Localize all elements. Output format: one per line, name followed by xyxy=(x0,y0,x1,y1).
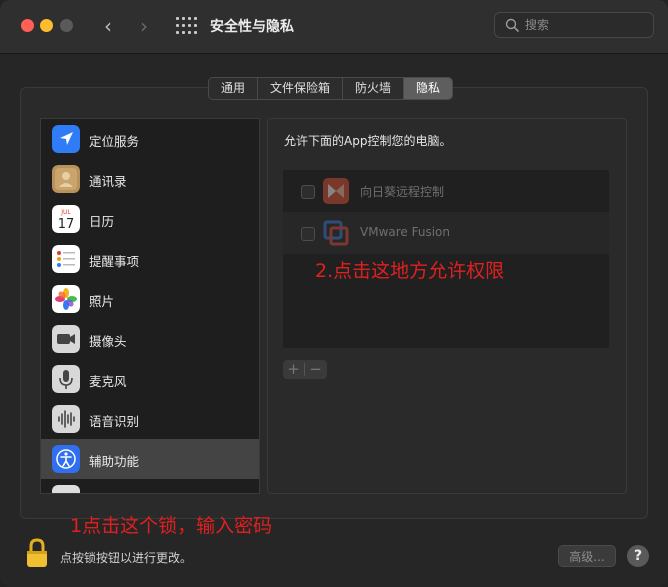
back-chevron-icon[interactable]: ‹ xyxy=(96,14,120,38)
app-name: 向日葵远程控制 xyxy=(360,185,445,199)
search-icon xyxy=(505,18,519,32)
minimize-button[interactable] xyxy=(40,19,53,32)
calendar-month: JUL xyxy=(60,209,71,216)
sidebar-item-label: 语音识别 xyxy=(89,414,140,429)
app-name: VMware Fusion xyxy=(360,225,450,239)
contacts-icon xyxy=(52,165,80,193)
partial-icon xyxy=(52,485,80,493)
tab-filevault[interactable]: 文件保险箱 xyxy=(258,78,344,99)
sidebar-item-label: 提醒事项 xyxy=(89,254,140,269)
annotation-step1: 1点击这个锁，输入密码 xyxy=(70,515,273,537)
sidebar-item-label: 麦克风 xyxy=(89,374,127,389)
help-button[interactable]: ? xyxy=(627,545,649,567)
advanced-button[interactable]: 高级... xyxy=(558,545,616,567)
speech-waveform-icon xyxy=(52,405,80,433)
sidebar-item-label: 辅助功能 xyxy=(89,454,140,469)
lock-message: 点按锁按钮以进行更改。 xyxy=(60,551,193,565)
sunlogin-icon xyxy=(323,178,349,204)
annotation-step2: 2.点击这地方允许权限 xyxy=(315,260,505,282)
close-button[interactable] xyxy=(21,19,34,32)
tab-bar: 通用 文件保险箱 防火墙 隐私 xyxy=(208,77,454,100)
sidebar-item-contacts[interactable]: 通讯录 xyxy=(41,159,259,199)
add-remove-control: + − xyxy=(283,360,327,379)
sidebar-item-reminders[interactable]: 提醒事项 xyxy=(41,239,259,279)
tab-privacy[interactable]: 隐私 xyxy=(404,78,453,99)
sidebar-item-label: 定位服务 xyxy=(89,134,140,149)
window-title: 安全性与隐私 xyxy=(210,19,294,35)
location-arrow-icon xyxy=(52,125,80,153)
add-button[interactable]: + xyxy=(283,360,304,379)
privacy-category-list[interactable]: 定位服务 通讯录 JUL 17 日历 提醒事项 照片 摄像头 麦克风 语音识别 … xyxy=(40,118,260,494)
tab-firewall[interactable]: 防火墙 xyxy=(343,78,405,99)
sidebar-item-label: 通讯录 xyxy=(89,174,127,189)
permissions-caption: 允许下面的App控制您的电脑。 xyxy=(284,134,452,148)
tab-general[interactable]: 通用 xyxy=(209,78,259,99)
accessibility-icon xyxy=(52,445,80,473)
zoom-button[interactable] xyxy=(60,19,73,32)
camera-icon xyxy=(52,325,80,353)
show-all-grid-icon[interactable] xyxy=(175,16,197,36)
sidebar-item-partial[interactable] xyxy=(41,479,259,493)
sidebar-item-label: 摄像头 xyxy=(89,334,127,349)
title-bar: ‹ › 安全性与隐私 xyxy=(0,0,668,54)
sidebar-item-calendar[interactable]: JUL 17 日历 xyxy=(41,199,259,239)
lock-icon[interactable] xyxy=(26,538,48,568)
sidebar-item-speech[interactable]: 语音识别 xyxy=(41,399,259,439)
vmware-icon xyxy=(323,220,349,246)
app-checkbox[interactable] xyxy=(301,185,315,199)
sidebar-item-label: 照片 xyxy=(89,294,115,309)
app-checkbox[interactable] xyxy=(301,227,315,241)
sidebar-item-accessibility[interactable]: 辅助功能 xyxy=(41,439,259,479)
calendar-icon: JUL 17 xyxy=(52,205,80,233)
remove-button[interactable]: − xyxy=(305,360,326,379)
preferences-window: ‹ › 安全性与隐私 通用 文件保险箱 防火墙 隐私 定位服务 xyxy=(0,0,668,587)
sidebar-item-label: 日历 xyxy=(89,214,115,229)
sidebar-item-microphone[interactable]: 麦克风 xyxy=(41,359,259,399)
search-input[interactable] xyxy=(525,17,645,33)
list-item[interactable]: 向日葵远程控制 xyxy=(283,170,609,212)
photos-icon xyxy=(52,285,80,313)
sidebar-item-location[interactable]: 定位服务 xyxy=(41,119,259,159)
reminders-icon xyxy=(52,245,80,273)
list-item[interactable]: VMware Fusion xyxy=(283,212,609,254)
microphone-icon xyxy=(52,365,80,393)
sidebar-item-camera[interactable]: 摄像头 xyxy=(41,319,259,359)
search-field[interactable] xyxy=(494,12,654,38)
calendar-day: 17 xyxy=(58,217,75,232)
sidebar-item-photos[interactable]: 照片 xyxy=(41,279,259,319)
forward-chevron-icon[interactable]: › xyxy=(132,14,156,38)
